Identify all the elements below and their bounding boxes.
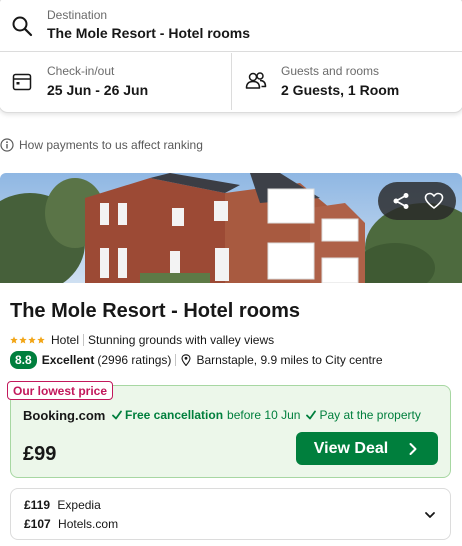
divider — [175, 354, 177, 366]
destination-value: The Mole Resort - Hotel rooms — [47, 25, 251, 41]
dates-value: 25 Jun - 26 Jun — [47, 82, 149, 98]
photo-actions — [378, 182, 456, 220]
hotel-type: Hotel — [51, 333, 80, 347]
rating-word: Excellent — [41, 353, 95, 367]
star-rating — [10, 336, 46, 344]
check-icon — [306, 410, 317, 420]
dates-label: Check-in/out — [47, 64, 115, 78]
share-icon[interactable] — [391, 191, 411, 211]
deal-price: £99 — [23, 443, 57, 465]
rating-count[interactable]: (2996 ratings) — [97, 353, 171, 367]
other-price-row: £119 Expedia — [24, 498, 101, 512]
calendar-icon — [12, 73, 32, 91]
hotel-meta-row: Hotel Stunning grounds with valley views — [10, 333, 274, 347]
chevron-right-icon — [409, 442, 417, 455]
rating-score-badge: 8.8 — [10, 351, 37, 369]
cancellation-deadline: before 10 Jun — [227, 408, 301, 422]
destination-label: Destination — [47, 8, 108, 22]
heart-icon[interactable] — [424, 191, 444, 211]
check-icon — [112, 410, 122, 420]
other-prices-card[interactable]: £119 Expedia £107 Hotels.com — [10, 488, 451, 540]
other-price: £119 — [24, 498, 51, 512]
star-icon — [28, 336, 36, 344]
chevron-down-icon[interactable] — [424, 509, 436, 521]
lowest-price-tag: Our lowest price — [7, 381, 114, 400]
info-icon — [0, 138, 14, 152]
hotel-tagline: Stunning grounds with valley views — [88, 333, 275, 347]
check-in-out-field[interactable]: Check-in/out 25 Jun - 26 Jun — [0, 53, 232, 110]
star-icon — [19, 336, 27, 344]
other-provider: Hotels.com — [58, 517, 119, 531]
dates-guests-row: Check-in/out 25 Jun - 26 Jun Guests and … — [0, 53, 462, 110]
guests-rooms-field[interactable]: Guests and rooms 2 Guests, 1 Room — [233, 53, 462, 110]
people-icon — [245, 72, 267, 89]
other-price: £107 — [24, 517, 51, 531]
other-provider: Expedia — [57, 498, 101, 512]
pin-icon — [181, 354, 191, 366]
rating-location-row: 8.8 Excellent (2996 ratings) Barnstaple,… — [10, 351, 383, 369]
guests-value: 2 Guests, 1 Room — [281, 82, 400, 98]
divider — [83, 334, 85, 346]
search-icon — [12, 16, 33, 37]
hotel-name[interactable]: The Mole Resort - Hotel rooms — [10, 300, 300, 323]
ranking-info-link[interactable]: How payments to us affect ranking — [0, 137, 203, 153]
guests-label: Guests and rooms — [281, 64, 380, 78]
other-price-row: £107 Hotels.com — [24, 517, 118, 531]
hotel-location: Barnstaple, 9.9 miles to City centre — [196, 353, 383, 367]
star-icon — [37, 336, 45, 344]
star-icon — [10, 336, 18, 344]
free-cancellation-label: Free cancellation — [125, 408, 224, 422]
search-summary-card: Destination The Mole Resort - Hotel room… — [0, 0, 462, 113]
view-deal-label: View Deal — [313, 439, 389, 457]
view-deal-button[interactable]: View Deal — [296, 432, 438, 465]
destination-field[interactable]: Destination The Mole Resort - Hotel room… — [0, 1, 462, 52]
ranking-info-text: How payments to us affect ranking — [19, 138, 203, 152]
deal-perks: Free cancellation before 10 Jun Pay at t… — [112, 408, 427, 422]
deal-provider: Booking.com — [23, 408, 106, 423]
pay-at-property-label: Pay at the property — [319, 408, 421, 422]
